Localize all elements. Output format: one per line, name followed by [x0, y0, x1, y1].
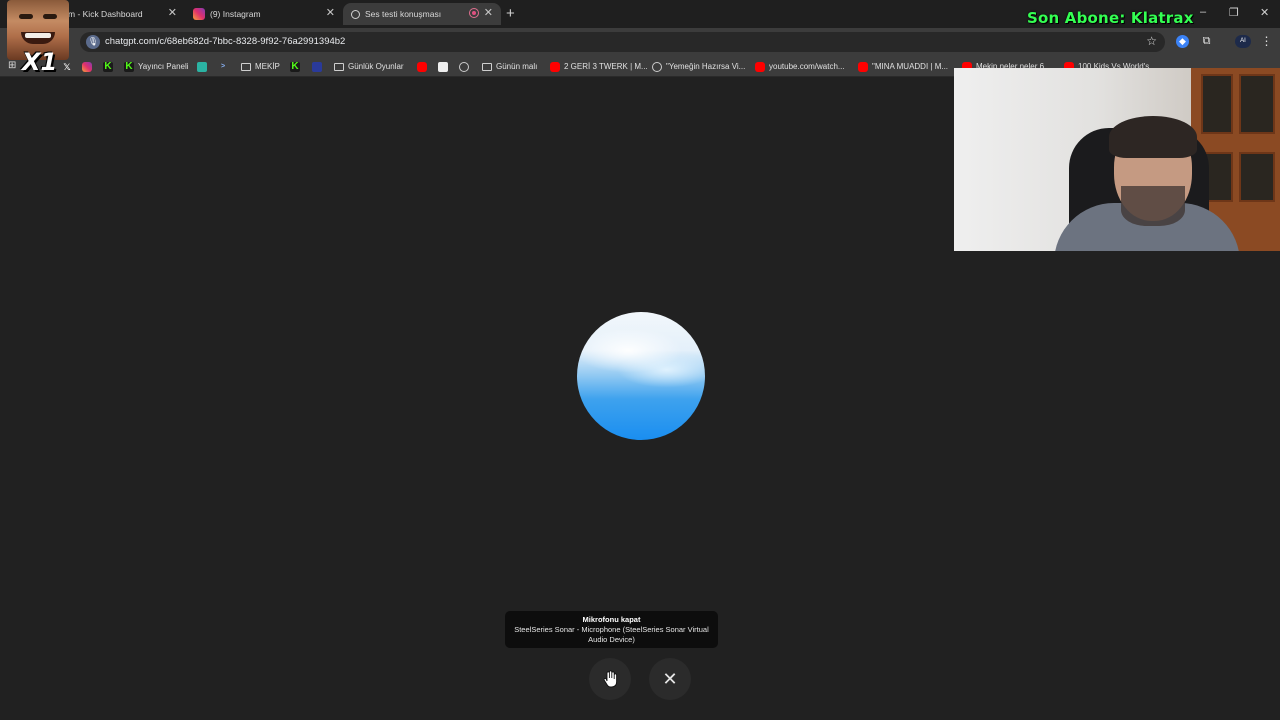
- tab-strip: m - Kick Dashboard ✕ (9) Instagram ✕ Ses…: [0, 0, 1280, 28]
- bookmark-star-icon[interactable]: ☆: [1146, 34, 1157, 48]
- tab-label: Ses testi konuşması: [365, 9, 442, 19]
- apps-grid-icon[interactable]: ⊞: [8, 60, 16, 71]
- browser-toolbar: 🎙 chatgpt.com/c/68eb682d-7bbc-8328-9f92-…: [0, 28, 1280, 55]
- window-close-button[interactable]: ✕: [1260, 6, 1269, 19]
- bookmark-yemegin[interactable]: "Yemeğin Hazırsa Vi...: [652, 60, 745, 73]
- address-bar[interactable]: 🎙 chatgpt.com/c/68eb682d-7bbc-8328-9f92-…: [80, 32, 1165, 52]
- profile-avatar[interactable]: AI: [1235, 35, 1251, 48]
- app-icon: [197, 61, 207, 72]
- multiplier-badge: X1: [22, 48, 58, 76]
- tooltip-title: Mikrofonu kapat: [582, 615, 641, 624]
- kick-icon: K: [124, 60, 134, 72]
- terminal-icon: >: [220, 62, 226, 70]
- tab-close-icon[interactable]: ✕: [326, 6, 335, 19]
- chatgpt-icon: [652, 61, 662, 72]
- extension-icon[interactable]: ◆: [1176, 35, 1189, 48]
- bookmark-kick-2[interactable]: K: [290, 60, 304, 73]
- bookmark-kick[interactable]: K: [103, 60, 117, 73]
- bookmark-gunluk-oyunlar[interactable]: Günlük Oyunlar: [334, 60, 404, 73]
- bookmark-2-geri[interactable]: 2 GERİ 3 TWERK | M...: [550, 60, 648, 73]
- youtube-icon: [550, 61, 560, 72]
- bookmark-label: "MINA MUADDI | M...: [872, 62, 949, 71]
- bookmark-gunun-mali[interactable]: Günün malı: [482, 60, 537, 73]
- extensions-puzzle-icon[interactable]: ⧉: [1200, 35, 1213, 48]
- site-info-icon[interactable]: 🎙: [86, 35, 100, 49]
- instagram-icon: [193, 8, 205, 20]
- close-icon: ✕: [662, 669, 678, 689]
- url-text: chatgpt.com/c/68eb682d-7bbc-8328-9f92-76…: [105, 36, 346, 47]
- bookmark-label: 2 GERİ 3 TWERK | M...: [564, 62, 648, 71]
- tab-close-icon[interactable]: ✕: [484, 6, 493, 19]
- bookmark-app[interactable]: [197, 60, 211, 73]
- bookmark-chatgpt[interactable]: [459, 60, 473, 73]
- bookmark-label: Günün malı: [496, 62, 538, 71]
- kick-icon: K: [103, 60, 113, 72]
- bookmark-app-2[interactable]: [312, 60, 326, 73]
- bookmark-image[interactable]: [438, 60, 452, 73]
- tab-close-icon[interactable]: ✕: [168, 6, 177, 19]
- instagram-icon: [82, 61, 92, 72]
- bookmark-youtube[interactable]: [417, 60, 431, 73]
- folder-icon: [241, 62, 251, 71]
- bookmark-terminal[interactable]: >: [218, 60, 232, 73]
- mic-tooltip: Mikrofonu kapat SteelSeries Sonar - Micr…: [505, 611, 718, 648]
- bookmark-youtube-watch[interactable]: youtube.com/watch...: [755, 60, 845, 73]
- hand-cursor-icon: [603, 670, 618, 688]
- chatgpt-icon: [459, 61, 469, 72]
- tab-label: (9) Instagram: [210, 9, 261, 19]
- menu-dots-icon[interactable]: ⋮: [1260, 35, 1273, 48]
- restore-button[interactable]: ❐: [1229, 6, 1239, 19]
- tooltip-device: SteelSeries Sonar - Microphone (SteelSer…: [514, 625, 709, 644]
- tab-instagram[interactable]: (9) Instagram ✕: [188, 3, 343, 25]
- end-voice-button[interactable]: ✕: [649, 658, 691, 700]
- bookmark-label: Günlük Oyunlar: [348, 62, 404, 71]
- mute-microphone-button[interactable]: [589, 658, 631, 700]
- tab-label: m - Kick Dashboard: [68, 9, 143, 19]
- youtube-icon: [755, 61, 765, 72]
- tab-kick-dashboard[interactable]: m - Kick Dashboard ✕: [60, 3, 185, 25]
- tab-ses-testi[interactable]: Ses testi konuşması ✕: [343, 3, 501, 25]
- folder-icon: [334, 62, 344, 71]
- kick-icon: K: [290, 60, 300, 72]
- youtube-icon: [417, 61, 427, 72]
- subscriber-banner: Son Abone: Klatrax: [1027, 9, 1194, 27]
- bookmark-x[interactable]: 𝕏: [62, 60, 76, 73]
- webcam-feed: [954, 68, 1280, 251]
- x-icon: 𝕏: [63, 61, 71, 72]
- app-icon: [312, 61, 322, 72]
- bookmark-mina-muaddi[interactable]: "MINA MUADDI | M...: [858, 60, 948, 73]
- new-tab-button[interactable]: +: [506, 5, 515, 22]
- bookmark-label: Yayıncı Paneli: [138, 62, 189, 71]
- chatgpt-icon: [351, 9, 360, 19]
- bookmark-instagram[interactable]: [82, 60, 96, 73]
- voice-orb: [577, 312, 705, 440]
- bookmark-label: "Yemeğin Hazırsa Vi...: [666, 62, 746, 71]
- bookmark-yayinci-paneli[interactable]: K Yayıncı Paneli: [124, 60, 189, 73]
- minimize-button[interactable]: –: [1200, 6, 1206, 18]
- bookmark-label: youtube.com/watch...: [769, 62, 845, 71]
- person-hair: [1109, 116, 1197, 158]
- image-icon: [438, 61, 448, 72]
- recording-icon: [469, 8, 479, 18]
- bookmark-label: MEKİP: [255, 62, 280, 71]
- youtube-icon: [858, 61, 868, 72]
- folder-icon: [482, 62, 492, 71]
- bookmark-mekip[interactable]: MEKİP: [241, 60, 280, 73]
